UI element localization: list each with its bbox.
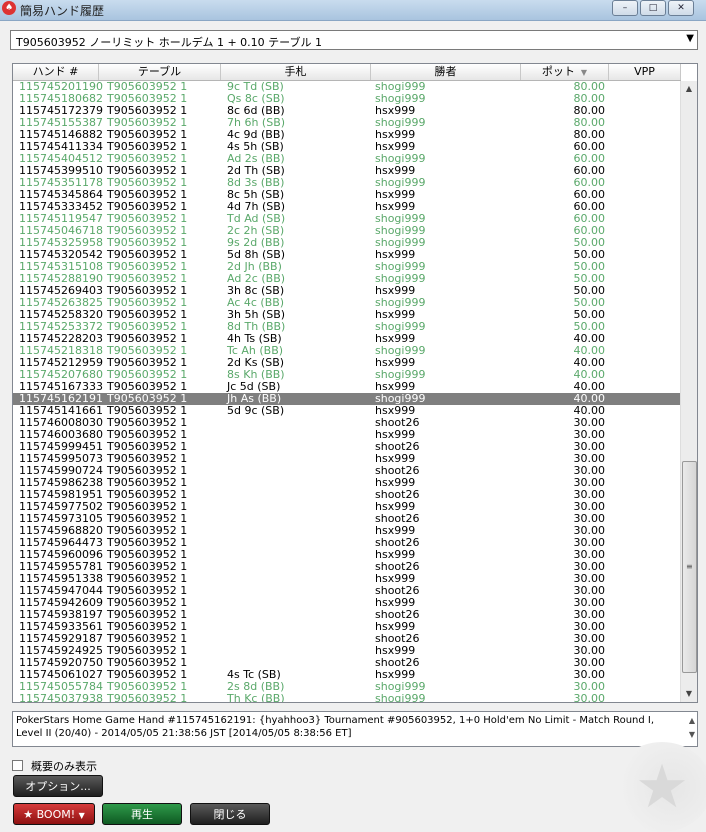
- options-button-label: オプション...: [25, 780, 91, 793]
- column-header-cards-label: 手札: [284, 65, 307, 78]
- column-header-cards[interactable]: 手札: [221, 64, 371, 80]
- column-header-table[interactable]: テーブル: [99, 64, 221, 80]
- column-header-hand-label: ハンド #: [32, 65, 79, 78]
- close-window-button[interactable]: ✕: [668, 0, 694, 16]
- chevron-down-icon[interactable]: ▼: [686, 33, 694, 44]
- column-header-hand[interactable]: ハンド #: [13, 64, 99, 80]
- pokerstars-icon: ♠: [2, 1, 16, 15]
- options-button[interactable]: オプション...: [13, 775, 103, 797]
- play-button-label: 再生: [131, 808, 153, 821]
- vertical-scrollbar[interactable]: ▲ ≡ ▼: [680, 81, 697, 702]
- column-header-pot[interactable]: ポット ▼: [521, 64, 609, 80]
- maximize-button[interactable]: □: [640, 0, 666, 16]
- window-title-bar[interactable]: ♠ 簡易ハンド履歴 – □ ✕: [0, 0, 706, 21]
- hand-detail-content: PokerStars Home Game Hand #115745162191:…: [16, 715, 655, 739]
- list-rows: 115745201190 T905603952 1 9c Td (SB) shogi9…: [13, 81, 681, 703]
- detail-scroll-arrows-icon[interactable]: ▲ ▼: [689, 714, 695, 742]
- column-header-pot-label: ポット: [541, 65, 575, 78]
- dropdown-arrow-icon[interactable]: ▼: [79, 811, 85, 820]
- sort-descending-icon: ▼: [580, 68, 588, 77]
- window-title: 簡易ハンド履歴: [20, 4, 105, 18]
- pot-cell: 30.00: [573, 692, 606, 703]
- boom-button-label: BOOM!: [36, 808, 76, 821]
- table-select-dropdown[interactable]: T905603952 ノーリミット ホールデム 1 + 0.10 テーブル 1 …: [10, 30, 698, 50]
- table-row[interactable]: 115745037938 T905603952 1 Th Kc (BB) shogi9…: [13, 693, 681, 703]
- hand-history-list[interactable]: ハンド # テーブル 手札 勝者 ポット ▼ VPP 115745201190 T9…: [12, 63, 698, 703]
- summary-only-checkbox[interactable]: [12, 760, 23, 771]
- hole-cards-cell: Th Kc (BB): [227, 692, 285, 703]
- table-name-cell: T905603952 1: [107, 692, 188, 703]
- grip-icon: ≡: [686, 562, 693, 571]
- hand-detail-text[interactable]: PokerStars Home Game Hand #115745162191:…: [12, 711, 698, 747]
- scroll-down-icon[interactable]: ▼: [681, 686, 697, 702]
- list-header: ハンド # テーブル 手札 勝者 ポット ▼ VPP: [13, 64, 681, 81]
- minimize-button[interactable]: –: [612, 0, 638, 16]
- table-select-value: T905603952 ノーリミット ホールデム 1 + 0.10 テーブル 1: [16, 36, 323, 49]
- hole-cards-cell: 5d 9c (SB): [227, 404, 285, 417]
- summary-only-label: 概要のみ表示: [31, 760, 97, 773]
- column-header-table-label: テーブル: [137, 65, 182, 78]
- hand-number-cell: 115745037938: [19, 692, 103, 703]
- star-watermark-icon: ★: [612, 742, 706, 832]
- winner-cell: shogi999: [375, 692, 426, 703]
- close-button-label: 閉じる: [213, 808, 247, 821]
- column-header-winner-label: 勝者: [434, 65, 457, 78]
- column-header-winner[interactable]: 勝者: [371, 64, 521, 80]
- column-header-vpp-label: VPP: [634, 65, 655, 78]
- star-icon: ★: [23, 808, 34, 821]
- scroll-up-icon[interactable]: ▲: [681, 81, 697, 97]
- column-header-vpp[interactable]: VPP: [609, 64, 681, 80]
- scrollbar-thumb[interactable]: ≡: [682, 461, 697, 673]
